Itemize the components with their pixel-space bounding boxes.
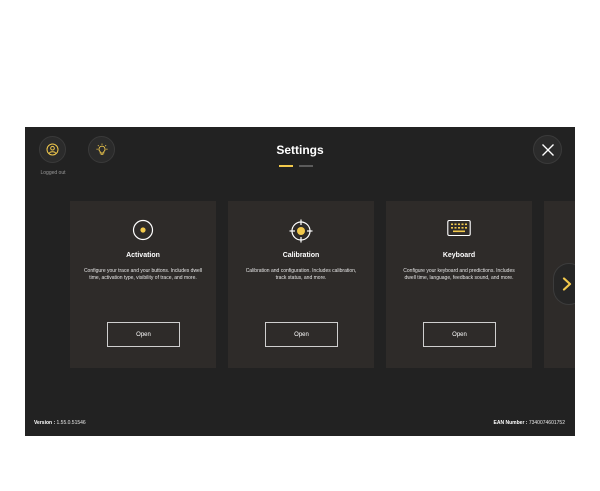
close-icon <box>541 143 554 156</box>
close-button[interactable] <box>533 135 562 164</box>
card-description: Configure your keyboard and predictions.… <box>403 268 515 281</box>
login-status: Logged out <box>40 170 66 176</box>
calibration-open-button[interactable]: Open <box>265 322 338 347</box>
ean-value: 7340074601752 <box>528 420 565 426</box>
activation-open-button[interactable]: Open <box>107 322 180 347</box>
keyboard-icon <box>447 219 471 237</box>
card-title: Keyboard <box>442 252 476 259</box>
ean-info: EAN Number : 7340074601752 <box>494 420 565 426</box>
version-value: 1.55.0.51546 <box>56 420 86 426</box>
keyboard-card: Keyboard Configure your keyboard and pre… <box>386 201 532 368</box>
card-description: Calibration and configuration. Includes … <box>245 268 357 281</box>
card-title: Activation <box>126 252 160 259</box>
page-indicator-dot[interactable] <box>299 165 313 167</box>
card-title: Calibration <box>282 252 320 259</box>
card-description: Configure your trace and your buttons. I… <box>83 268 203 281</box>
version-info: Version : 1.55.0.51546 <box>34 420 86 426</box>
page-indicator-dot-active[interactable] <box>279 165 293 167</box>
crosshair-icon <box>289 219 313 243</box>
page-title: Settings <box>276 143 324 157</box>
keyboard-open-button[interactable]: Open <box>423 322 496 347</box>
page-indicator <box>279 165 313 167</box>
next-page-button[interactable] <box>553 263 575 305</box>
chevron-right-icon <box>562 277 572 291</box>
activation-target-icon <box>132 219 154 241</box>
version-label: Version : <box>34 420 56 426</box>
ean-label: EAN Number : <box>493 420 528 426</box>
activation-card: Activation Configure your trace and your… <box>70 201 216 368</box>
settings-screen: Logged out Settings Activation Configure… <box>25 127 575 436</box>
calibration-card: Calibration Calibration and configuratio… <box>228 201 374 368</box>
